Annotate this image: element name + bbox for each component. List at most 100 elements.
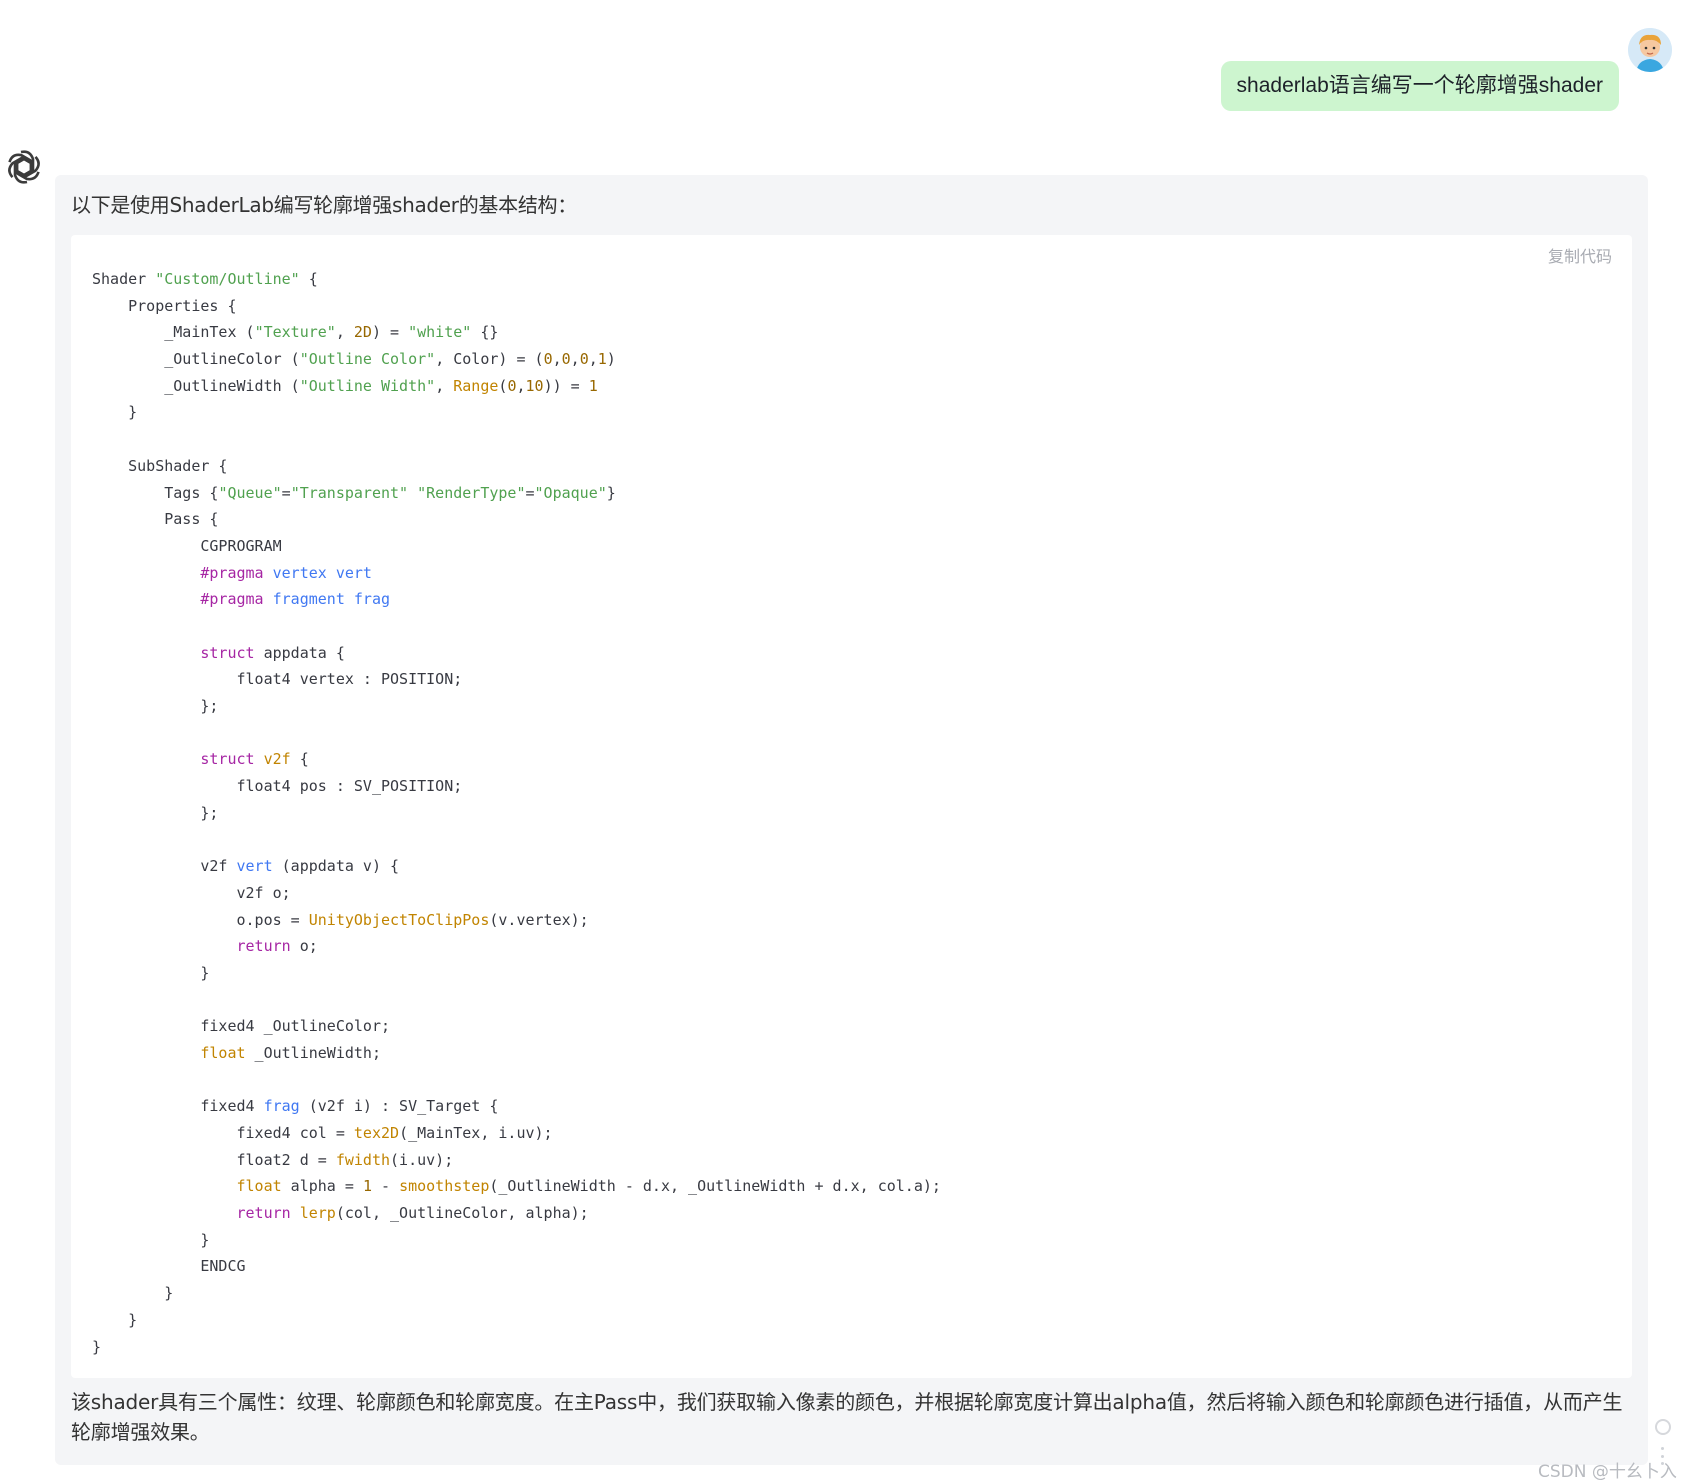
- code-line: return lerp(col, _OutlineColor, alpha);: [92, 1200, 941, 1227]
- code-token: return: [236, 937, 291, 956]
- code-token: lerp: [299, 1204, 336, 1223]
- code-token: float: [200, 1043, 246, 1062]
- code-token: =: [281, 483, 291, 502]
- code-token: }: [92, 963, 210, 982]
- copy-code-button[interactable]: 复制代码: [1548, 243, 1612, 267]
- code-line: fixed4 _OutlineColor;: [92, 1013, 941, 1040]
- code-line: }: [92, 1307, 941, 1334]
- code-content: Shader "Custom/Outline" { Properties { _…: [92, 266, 941, 1360]
- code-token: ,: [588, 350, 598, 369]
- code-line: }: [92, 1280, 941, 1307]
- code-token: fixed4 col =: [92, 1124, 354, 1142]
- code-line: float4 vertex : POSITION;: [92, 666, 941, 693]
- code-token: vert: [236, 857, 273, 876]
- code-line: }: [92, 1334, 941, 1361]
- loading-ring-icon: [1655, 1419, 1671, 1435]
- code-token: 1: [362, 1177, 372, 1196]
- code-token: ) =: [371, 323, 409, 342]
- code-line: Tags {"Queue"="Transparent" "RenderType"…: [92, 480, 941, 507]
- code-token: -: [371, 1177, 400, 1196]
- code-token: 1: [588, 376, 598, 395]
- code-token: 2D: [353, 323, 372, 342]
- code-token: v2f o;: [92, 883, 291, 902]
- code-token: appdata {: [254, 643, 345, 662]
- code-line: Pass {: [92, 506, 941, 533]
- code-token: ,: [435, 376, 454, 395]
- code-token: ,: [552, 350, 562, 369]
- code-token: "Opaque": [534, 483, 607, 502]
- code-token: }: [92, 1310, 138, 1329]
- code-line: }: [92, 399, 941, 426]
- code-token: (_MainTex, i.uv);: [399, 1124, 553, 1142]
- code-token: "Custom/Outline": [155, 270, 300, 288]
- code-token: fwidth: [335, 1150, 391, 1169]
- code-token: frag: [263, 1097, 300, 1116]
- code-line: };: [92, 800, 941, 827]
- code-token: struct: [200, 750, 255, 769]
- code-token: Range: [453, 376, 499, 395]
- code-token: (v2f i) : SV_Target {: [299, 1097, 499, 1116]
- user-message-bubble: shaderlab语言编写一个轮廓增强shader: [1220, 61, 1619, 111]
- code-token: CGPROGRAM: [92, 536, 282, 555]
- code-line: struct v2f {: [92, 746, 941, 773]
- code-token: _OutlineWidth;: [245, 1043, 381, 1062]
- code-token: "Outline Width": [299, 376, 436, 395]
- code-line: float4 pos : SV_POSITION;: [92, 773, 941, 800]
- code-token: Shader: [92, 270, 156, 288]
- code-token: 0: [579, 350, 589, 369]
- code-token: struct: [200, 643, 255, 662]
- code-token: ,: [516, 376, 526, 395]
- code-token: _MainTex (: [92, 323, 255, 342]
- code-line: }: [92, 960, 941, 987]
- code-token: }: [606, 483, 616, 502]
- code-token: (_OutlineWidth - d.x, _OutlineWidth + d.…: [489, 1177, 941, 1196]
- watermark: CSDN @十幺卜入: [1538, 1462, 1677, 1480]
- code-token: ENDCG: [92, 1257, 246, 1276]
- code-token: ): [606, 350, 616, 369]
- code-token: 1: [597, 350, 607, 369]
- code-token: o;: [290, 937, 318, 956]
- code-token: fragment frag: [272, 590, 391, 609]
- code-line: float2 d = fwidth(i.uv);: [92, 1147, 941, 1174]
- code-line: SubShader {: [92, 453, 941, 480]
- code-token: v2f: [92, 857, 237, 876]
- assistant-answer-card: 以下是使用ShaderLab编写轮廓增强shader的基本结构： 复制代码 Sh…: [55, 175, 1648, 1465]
- code-token: (v.vertex);: [489, 910, 589, 929]
- code-token: #pragma: [200, 563, 264, 582]
- code-token: _OutlineWidth (: [92, 376, 300, 395]
- code-token: (col, _OutlineColor, alpha);: [335, 1204, 589, 1223]
- code-token: o.pos =: [92, 910, 309, 929]
- code-token: ,: [570, 350, 580, 369]
- code-line: float _OutlineWidth;: [92, 1040, 941, 1067]
- code-token: "RenderType": [417, 483, 526, 502]
- code-token: return: [236, 1204, 291, 1223]
- code-token: "Transparent": [290, 483, 409, 502]
- code-line: float alpha = 1 - smoothstep(_OutlineWid…: [92, 1173, 941, 1200]
- code-token: SubShader {: [92, 456, 228, 475]
- code-line: ENDCG: [92, 1253, 941, 1280]
- code-token: =: [525, 483, 535, 502]
- code-token: };: [92, 697, 219, 715]
- code-token: }: [92, 1337, 102, 1356]
- code-token: "Texture": [254, 323, 336, 342]
- code-token: {: [299, 270, 318, 288]
- answer-intro: 以下是使用ShaderLab编写轮廓增强shader的基本结构：: [71, 193, 577, 217]
- code-token: "Queue": [218, 483, 282, 502]
- code-token: "white": [408, 323, 472, 342]
- code-line: _MainTex ("Texture", 2D) = "white" {}: [92, 319, 941, 346]
